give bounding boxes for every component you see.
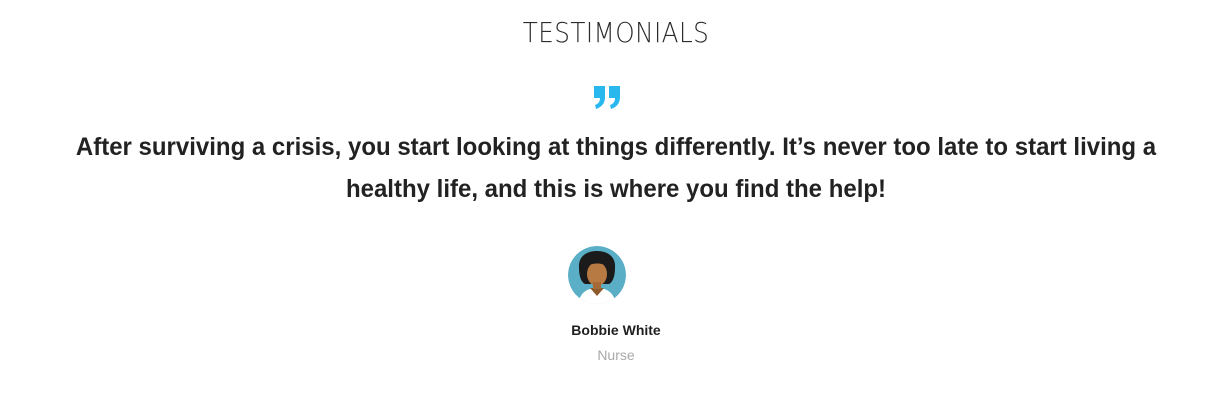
avatar bbox=[568, 246, 626, 304]
section-title: TESTIMONIALS bbox=[522, 16, 710, 49]
quote-icon bbox=[594, 86, 620, 109]
author-name: Bobbie White bbox=[571, 322, 661, 338]
testimonial-quote: After surviving a crisis, you start look… bbox=[75, 133, 1157, 203]
testimonials-section: TESTIMONIALS After surviving a crisis, y… bbox=[0, 0, 1232, 406]
author-role: Nurse bbox=[597, 347, 635, 363]
